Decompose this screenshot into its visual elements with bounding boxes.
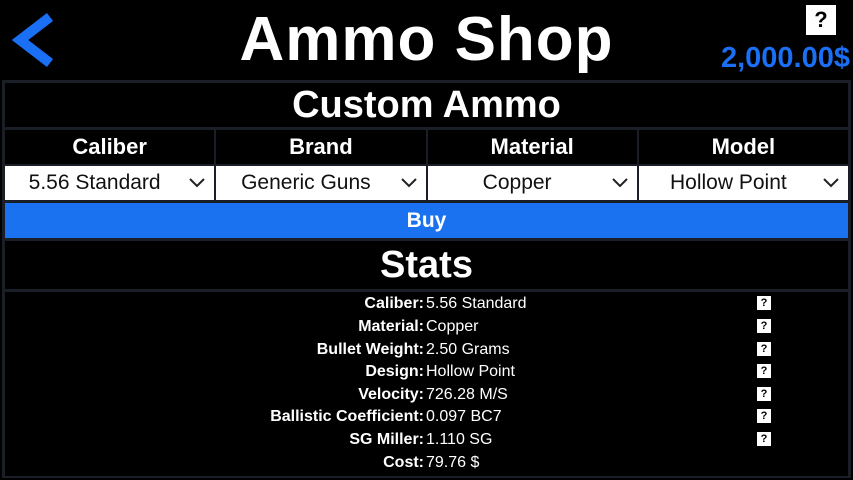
model-dropdown[interactable]: Hollow Point <box>638 166 848 200</box>
column-labels: Caliber Brand Material Model <box>5 130 848 164</box>
stat-row-caliber: Caliber: 5.56 Standard ? <box>5 293 848 315</box>
stat-value: 5.56 Standard <box>426 295 527 312</box>
chevron-down-icon <box>189 178 205 188</box>
stat-label: Caliber: <box>364 295 424 312</box>
stat-help-button[interactable]: ? <box>757 409 771 423</box>
stat-row-design: Design: Hollow Point ? <box>5 361 848 383</box>
stat-label: Velocity: <box>358 386 424 403</box>
chevron-down-icon <box>612 178 628 188</box>
model-label: Model <box>638 130 848 164</box>
stat-help-button[interactable]: ? <box>757 342 771 356</box>
header-bar: Ammo Shop ? 2,000.00$ <box>0 0 853 80</box>
brand-dropdown-value: Generic Guns <box>241 171 371 194</box>
material-dropdown[interactable]: Copper <box>427 166 637 200</box>
stat-value: 2.50 Grams <box>426 341 510 358</box>
money-display: 2,000.00$ <box>720 42 850 74</box>
caliber-dropdown-value: 5.56 Standard <box>28 171 161 194</box>
model-dropdown-value: Hollow Point <box>670 171 787 194</box>
custom-ammo-title: Custom Ammo <box>5 83 848 127</box>
stat-label: Material: <box>358 318 424 335</box>
caliber-dropdown[interactable]: 5.56 Standard <box>5 166 215 200</box>
material-label: Material <box>427 130 637 164</box>
brand-dropdown[interactable]: Generic Guns <box>216 166 426 200</box>
stats-title: Stats <box>5 241 848 289</box>
chevron-down-icon <box>400 178 417 188</box>
shop-panel: Custom Ammo Caliber Brand Material Model… <box>2 80 851 478</box>
stat-row-material: Material: Copper ? <box>5 316 848 338</box>
stat-row-bullet-weight: Bullet Weight: 2.50 Grams ? <box>5 339 848 361</box>
stat-help-button[interactable]: ? <box>757 319 771 333</box>
stat-value: 0.097 BC7 <box>426 408 502 425</box>
help-button[interactable]: ? <box>806 5 836 35</box>
stat-row-ballistic-coefficient: Ballistic Coefficient: 0.097 BC7 ? <box>5 406 848 428</box>
stat-value: 79.76 $ <box>426 454 480 471</box>
stat-label: Ballistic Coefficient: <box>270 408 424 425</box>
stat-label: Bullet Weight: <box>316 341 424 358</box>
stat-row-cost: Cost: 79.76 $ <box>5 452 848 474</box>
caliber-label: Caliber <box>5 130 215 164</box>
stat-help-button[interactable]: ? <box>757 364 771 378</box>
stat-help-button[interactable]: ? <box>757 387 771 401</box>
stat-label: SG Miller: <box>349 431 424 448</box>
stat-value: Hollow Point <box>426 363 515 380</box>
stats-list: Caliber: 5.56 Standard ? Material: Coppe… <box>5 292 848 476</box>
buy-button[interactable]: Buy <box>5 203 848 238</box>
stat-label: Cost: <box>383 454 424 471</box>
chevron-down-icon <box>823 178 839 188</box>
stat-row-sg-miller: SG Miller: 1.110 SG ? <box>5 429 848 451</box>
dropdown-row: 5.56 Standard Generic Guns Copper Hollow… <box>5 166 848 200</box>
stat-row-velocity: Velocity: 726.28 M/S ? <box>5 384 848 406</box>
material-dropdown-value: Copper <box>482 171 552 194</box>
stat-value: 1.110 SG <box>426 431 493 448</box>
stat-label: Design: <box>365 363 424 380</box>
stat-help-button[interactable]: ? <box>757 432 771 446</box>
brand-label: Brand <box>216 130 426 164</box>
stat-value: Copper <box>426 318 479 335</box>
stat-help-button[interactable]: ? <box>757 296 771 310</box>
stat-value: 726.28 M/S <box>426 386 508 403</box>
